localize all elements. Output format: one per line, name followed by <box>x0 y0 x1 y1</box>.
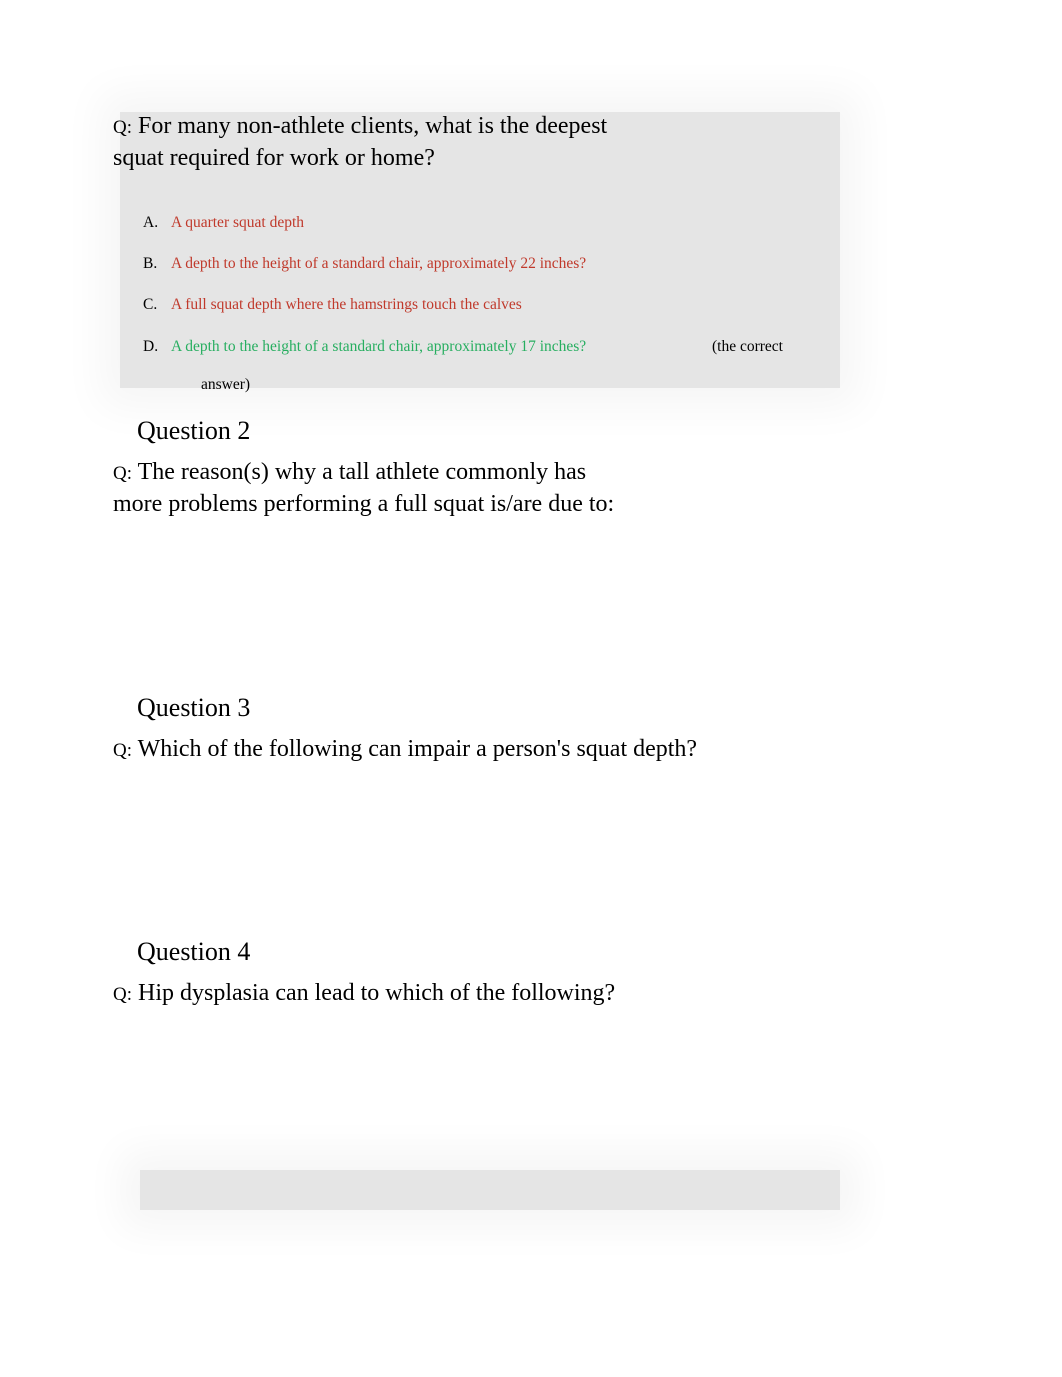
q1-answer-c: C. A full squat depth where the hamstrin… <box>143 293 843 316</box>
bottom-highlight-box <box>140 1170 840 1210</box>
q1-answer-d: D. A depth to the height of a standard c… <box>143 335 783 358</box>
q3-prefix: Q: <box>113 740 132 761</box>
q3-heading: Question 3 <box>137 693 972 723</box>
q2-heading: Question 2 <box>137 416 972 446</box>
answer-letter: A. <box>143 211 171 234</box>
q2-text: The reason(s) why a tall athlete commonl… <box>113 459 614 517</box>
spacer <box>113 521 972 671</box>
q1-question: Q: For many non-athlete clients, what is… <box>113 110 663 175</box>
q1-answers: A. A quarter squat depth B. A depth to t… <box>143 211 843 394</box>
q4-heading: Question 4 <box>137 937 972 967</box>
spacer <box>113 765 972 915</box>
answer-text: A depth to the height of a standard chai… <box>171 252 586 275</box>
page: Q: For many non-athlete clients, what is… <box>0 0 1062 1377</box>
q4-question: Q: Hip dysplasia can lead to which of th… <box>113 977 673 1009</box>
correct-note-start: (the correct <box>672 335 783 358</box>
answer-letter: C. <box>143 293 171 316</box>
spacer <box>113 1009 972 1144</box>
q3-text: Which of the following can impair a pers… <box>138 736 698 762</box>
answer-letter: D. <box>143 335 171 358</box>
answer-text: A full squat depth where the hamstrings … <box>171 293 522 316</box>
content-area: Q: For many non-athlete clients, what is… <box>0 0 1062 1144</box>
q1-text: For many non-athlete clients, what is th… <box>113 113 607 171</box>
q1-prefix: Q: <box>113 117 132 138</box>
q3-question: Q: Which of the following can impair a p… <box>113 733 713 765</box>
q1-answer-a: A. A quarter squat depth <box>143 211 843 234</box>
answer-text: A depth to the height of a standard chai… <box>171 335 586 358</box>
q4-prefix: Q: <box>113 984 132 1005</box>
q2-prefix: Q: <box>113 463 132 484</box>
answer-text: A quarter squat depth <box>171 211 304 234</box>
q2-question: Q: The reason(s) why a tall athlete comm… <box>113 456 633 521</box>
correct-note-end: answer) <box>201 376 843 394</box>
q4-text: Hip dysplasia can lead to which of the f… <box>138 980 615 1006</box>
q1-answer-b: B. A depth to the height of a standard c… <box>143 252 843 275</box>
answer-letter: B. <box>143 252 171 275</box>
